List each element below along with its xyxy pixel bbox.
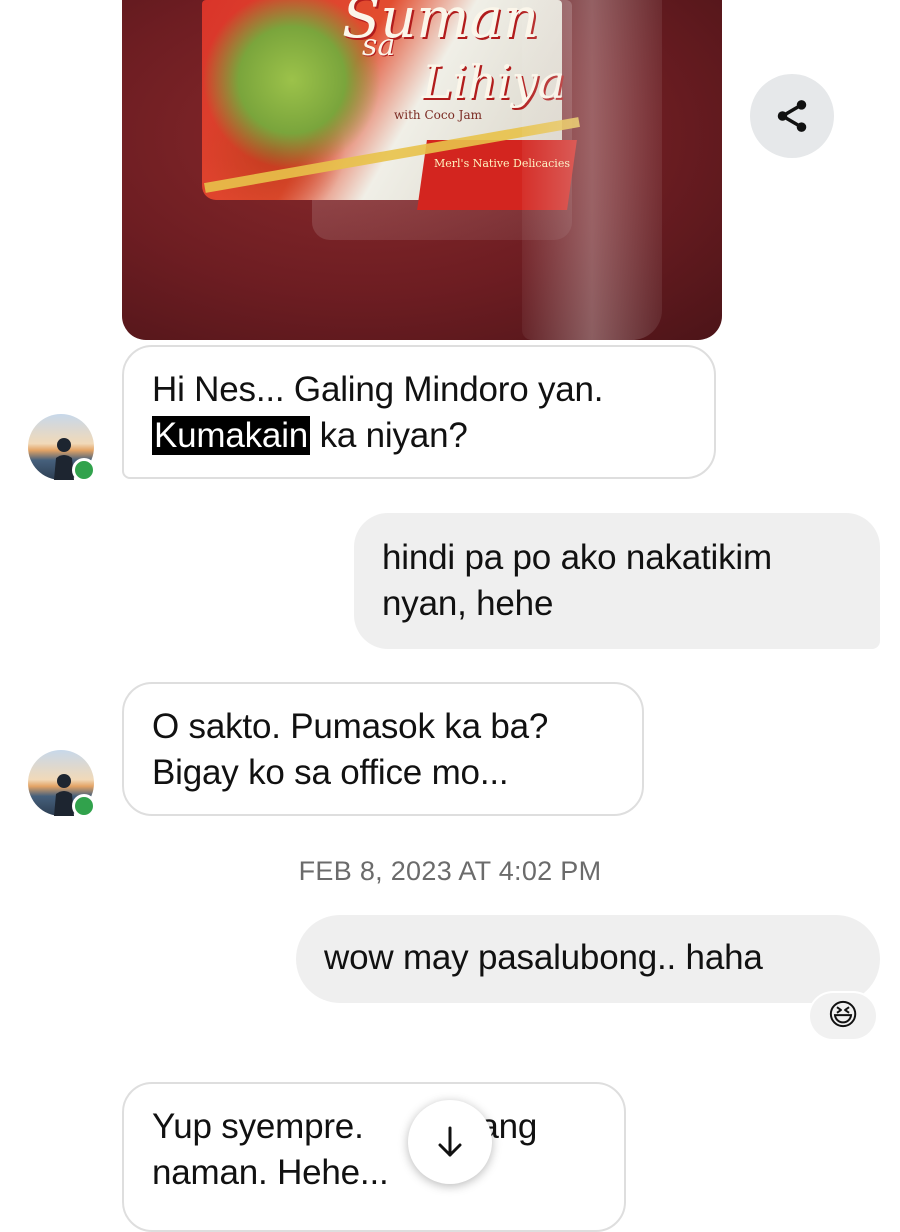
share-button[interactable]	[750, 74, 834, 158]
share-icon	[777, 100, 807, 132]
message-bubble-incoming[interactable]: O sakto. Pumasok ka ba? Bigay ko sa offi…	[122, 682, 644, 816]
arrow-down-icon	[438, 1126, 462, 1157]
scroll-to-bottom-button[interactable]	[408, 1100, 492, 1184]
message-bubble-outgoing[interactable]: wow may pasalubong.. haha	[296, 915, 880, 1003]
message-text-line: naman. Hehe...	[152, 1153, 389, 1192]
highlighted-word: Kumakain	[152, 416, 311, 455]
product-brand-line2: sa	[362, 28, 396, 63]
message-text-line: Yup syempre. ti lang	[152, 1104, 596, 1150]
message-text-line: Bigay ko sa office mo...	[152, 753, 509, 792]
plastic-edge	[522, 0, 662, 340]
photo-message[interactable]: Suman sa Lihiya with Coco Jam Merl's Nat…	[122, 0, 722, 340]
laughing-emoji-icon: 😆	[827, 999, 859, 1032]
message-text-line: wow may pasalubong.. haha	[324, 938, 763, 977]
online-status-dot	[72, 794, 96, 818]
message-text-fragment: Yup syempre.	[152, 1107, 374, 1146]
online-status-dot	[72, 458, 96, 482]
avatar[interactable]	[28, 414, 96, 482]
message-bubble-incoming[interactable]: Hi Nes... Galing Mindoro yan. Kumakain k…	[122, 345, 716, 479]
avatar[interactable]	[28, 750, 96, 818]
product-subtitle: with Coco Jam	[394, 108, 482, 122]
timestamp-divider: FEB 8, 2023 AT 4:02 PM	[298, 856, 602, 886]
message-text-line: Hi Nes... Galing Mindoro yan.	[152, 370, 604, 409]
message-text-line: O sakto. Pumasok ka ba?	[152, 707, 549, 746]
message-text-line: Kumakain ka niyan?	[152, 413, 686, 459]
message-text-line: nyan, hehe	[382, 584, 554, 623]
reaction-badge[interactable]: 😆	[810, 993, 876, 1039]
message-text-line: hindi pa po ako nakatikim	[382, 538, 772, 577]
message-text-fragment: ka niyan?	[310, 416, 468, 455]
message-bubble-incoming[interactable]: Yup syempre. ti lang naman. Hehe...	[122, 1082, 626, 1232]
message-bubble-outgoing[interactable]: hindi pa po ako nakatikim nyan, hehe	[354, 513, 880, 649]
